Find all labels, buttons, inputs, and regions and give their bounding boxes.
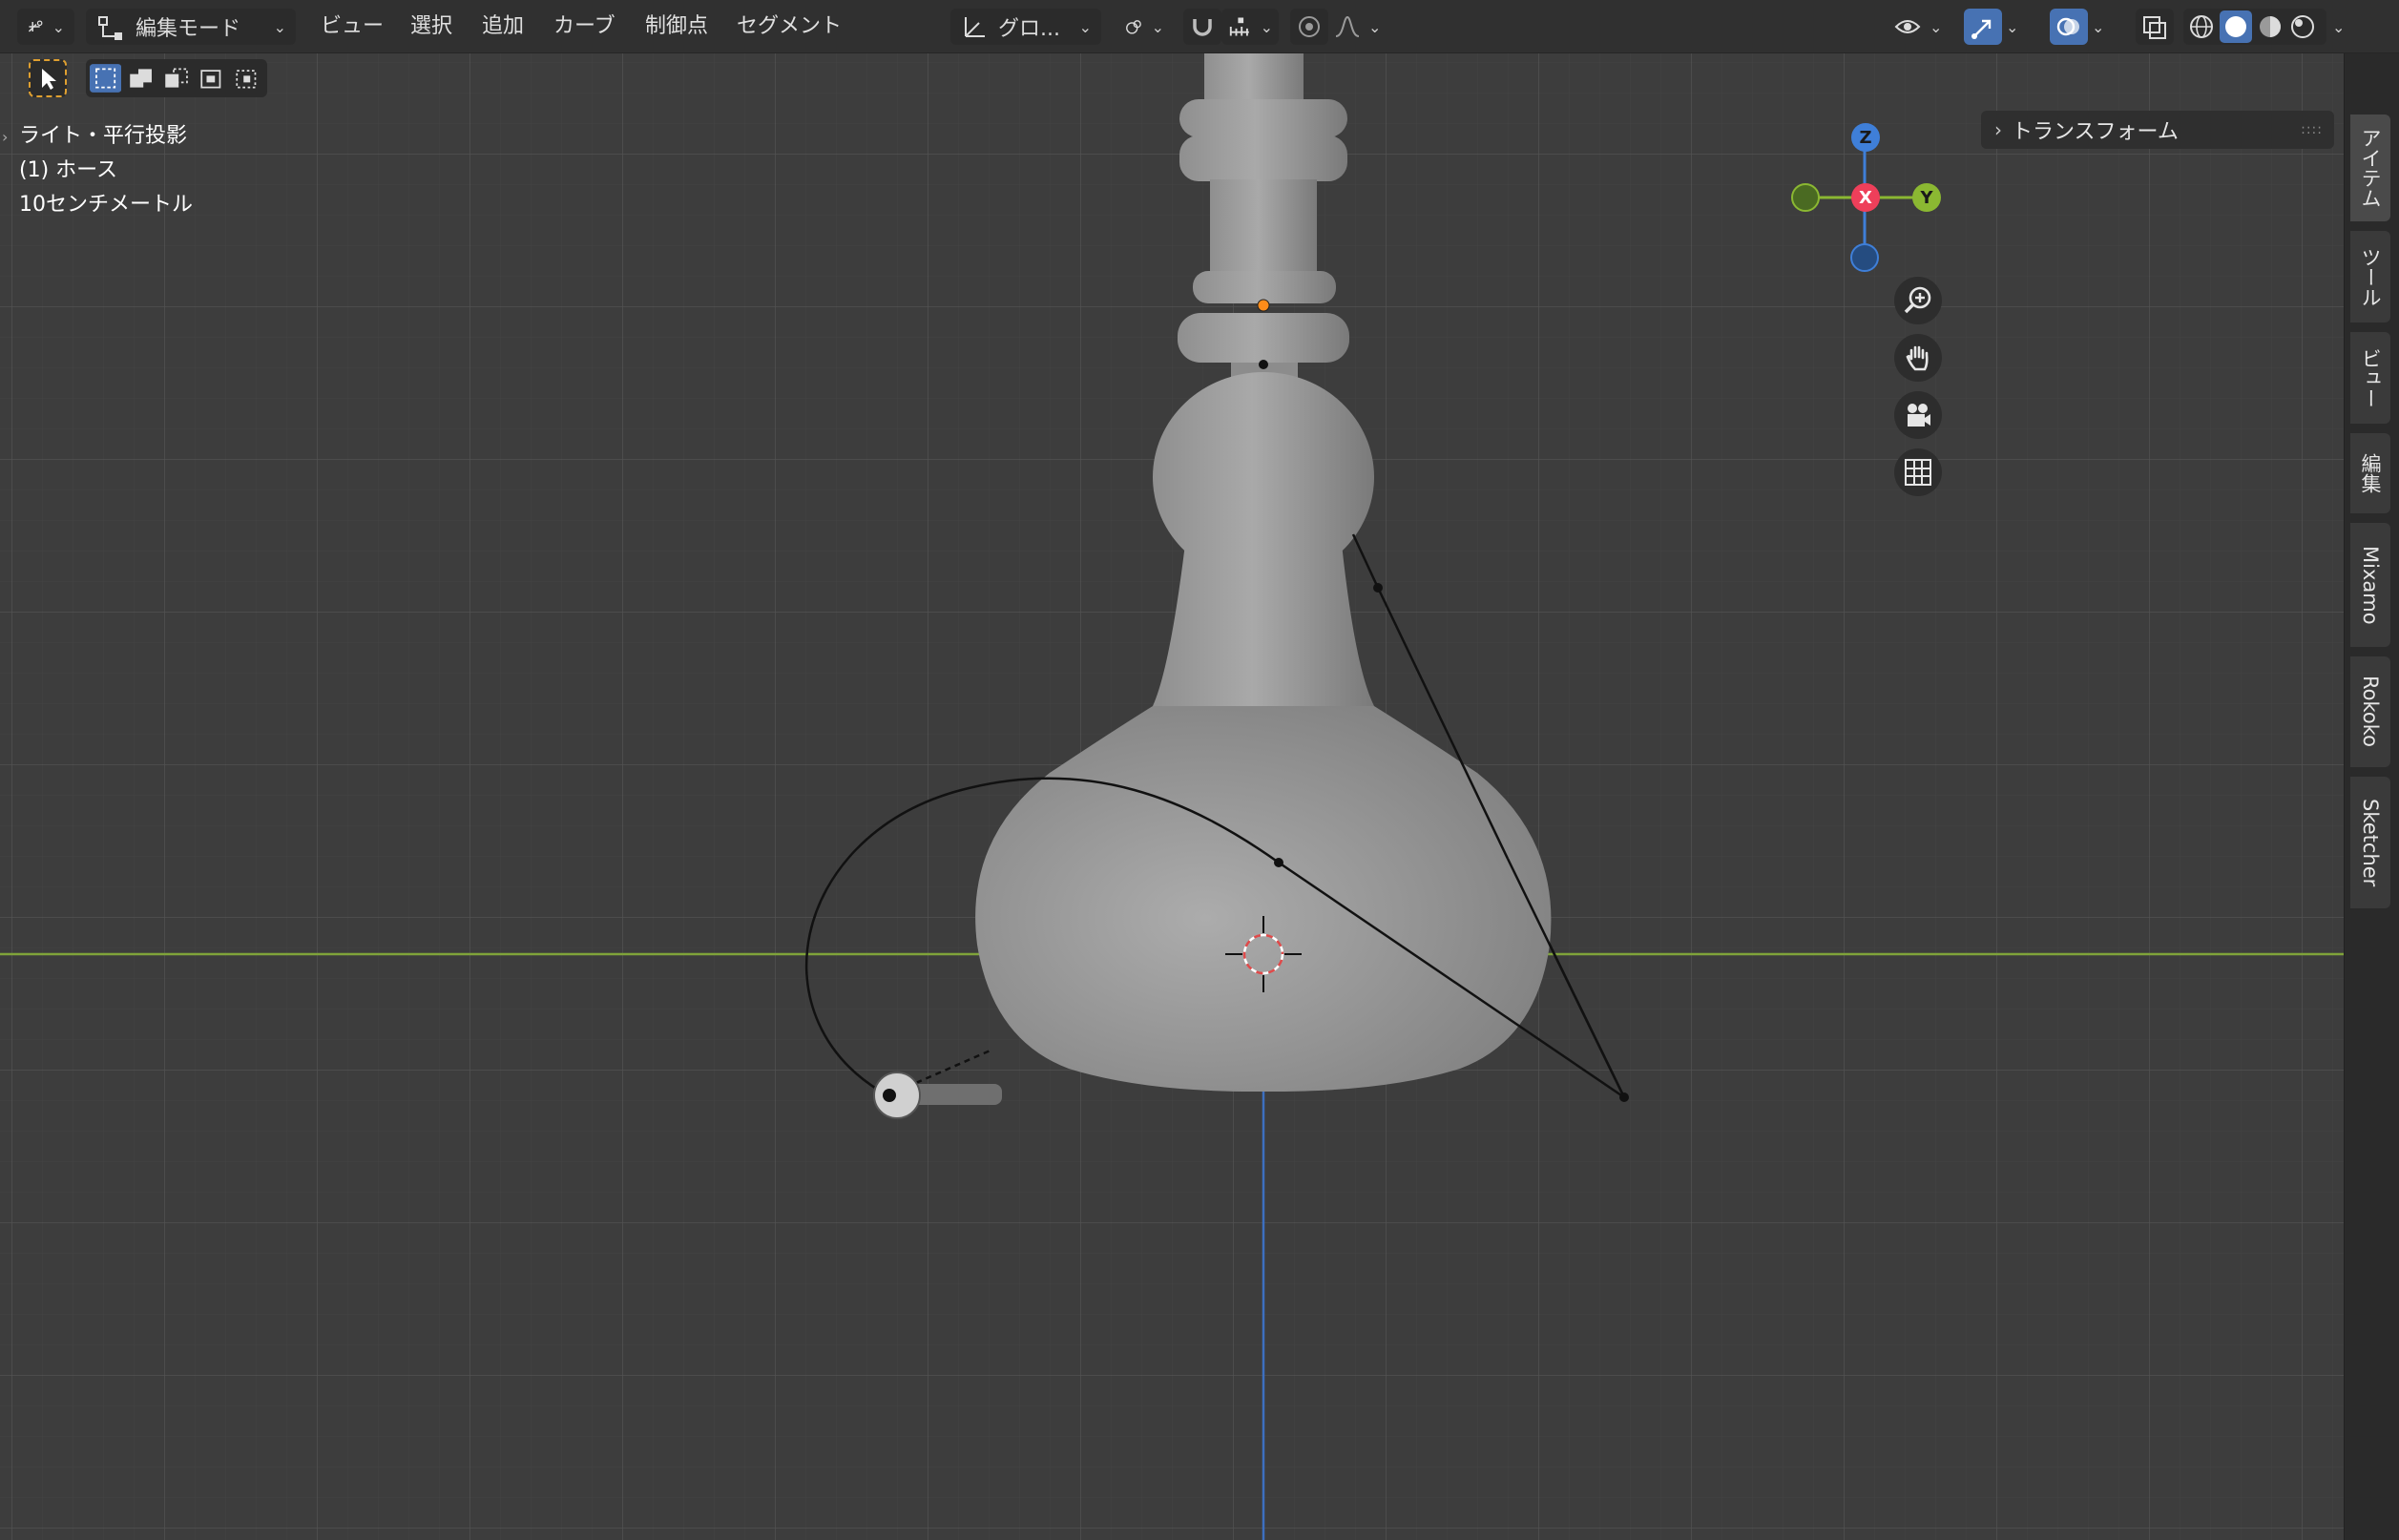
tab-item[interactable]: アイテム (2350, 114, 2390, 221)
scale-text: 10センチメートル (19, 193, 193, 217)
chevron-down-icon: ⌄ (1151, 17, 1164, 36)
pivot-icon (1126, 20, 1141, 34)
select-invert-icon[interactable] (197, 62, 228, 94)
mode-label: 編集モード (136, 17, 241, 41)
xray-icon (2143, 16, 2166, 39)
menu-add[interactable]: 追加 (482, 11, 524, 42)
gizmo-dropdown[interactable]: ⌄ (2002, 9, 2036, 45)
proportional-edit-icon (1299, 16, 1320, 37)
chevron-down-icon: ⌄ (2332, 17, 2346, 36)
tab-mixamo[interactable]: Mixamo (2350, 523, 2390, 647)
tab-edit[interactable]: 編集 (2350, 433, 2390, 513)
chevron-down-icon: ⌄ (2092, 17, 2105, 36)
menu-view[interactable]: ビュー (321, 11, 384, 42)
hand-icon (1906, 345, 1929, 371)
menu-select[interactable]: 選択 (410, 11, 452, 42)
shading-dropdown[interactable]: ⌄ (2328, 9, 2363, 45)
chevron-down-icon: ⌄ (1260, 17, 1273, 36)
cursor-arrow-icon (42, 69, 56, 90)
magnet-icon (1193, 19, 1212, 36)
chevron-down-icon: ⌄ (1368, 17, 1382, 36)
object-name-text: (1) ホース (19, 158, 118, 182)
rendered-shading-icon[interactable] (2288, 12, 2317, 41)
chevron-down-icon: ⌄ (1078, 17, 1092, 36)
grid-icon (1905, 459, 1931, 486)
gizmo-toggle[interactable] (1964, 9, 2002, 45)
shading-mode-group (2183, 9, 2326, 45)
select-intersect-icon[interactable] (232, 62, 263, 94)
zoom-in-icon (1904, 286, 1931, 314)
chevron-down-icon: ⌄ (52, 17, 65, 36)
viewport-header: ⌄ 編集モード ⌄ ビュー 選択 追加 カーブ 制御点 セグメント グロ... … (0, 0, 2399, 53)
select-tool-button[interactable] (29, 59, 67, 97)
gizmo-x-axis[interactable]: X (1851, 183, 1880, 212)
zoom-button[interactable] (1894, 277, 1942, 324)
tab-tool[interactable]: ツール (2350, 231, 2390, 323)
snap-toggle[interactable] (1183, 9, 1221, 45)
viewport-scene (0, 53, 2344, 1540)
3d-viewport[interactable] (0, 53, 2344, 1540)
drag-handle-icon[interactable]: :::: (2301, 122, 2323, 137)
transform-orientation-dropdown[interactable]: グロ... ⌄ (950, 9, 1101, 45)
gizmo-icon (1971, 19, 1992, 39)
orientation-label: グロ... (998, 17, 1060, 41)
menu-segments[interactable]: セグメント (737, 11, 842, 42)
edit-mode-icon (98, 16, 122, 40)
proportional-edit-toggle[interactable] (1290, 9, 1328, 45)
menu-control-points[interactable]: 制御点 (645, 11, 708, 42)
chevron-right-icon: › (1994, 118, 2002, 141)
select-extend-icon[interactable] (125, 62, 156, 94)
transform-panel-label: トランスフォーム (2012, 120, 2179, 144)
tab-view[interactable]: ビュー (2350, 332, 2390, 424)
chevron-down-icon: ⌄ (2006, 17, 2019, 36)
tab-rokoko[interactable]: Rokoko (2350, 656, 2390, 767)
sidebar-tabs: アイテム ツール ビュー 編集 Mixamo Rokoko Sketcher (2344, 53, 2399, 1540)
snap-target-dropdown[interactable]: ⌄ (1221, 9, 1279, 45)
camera-view-button[interactable] (1894, 391, 1942, 439)
select-new-icon[interactable] (90, 62, 122, 94)
menu-curve[interactable]: カーブ (553, 11, 615, 42)
snap-increment-icon (1229, 17, 1249, 36)
pan-button[interactable] (1894, 334, 1942, 382)
falloff-curve-icon (1335, 15, 1360, 37)
camera-icon (1908, 404, 1930, 427)
toolbar-expand-icon[interactable]: › (2, 128, 8, 146)
chevron-down-icon: ⌄ (1930, 17, 1943, 36)
transform-panel[interactable]: › トランスフォーム :::: (1981, 111, 2334, 149)
view-name-text: ライト・平行投影 (19, 124, 188, 148)
chevron-down-icon: ⌄ (273, 17, 286, 36)
tab-sketcher[interactable]: Sketcher (2350, 777, 2390, 908)
pivot-point-dropdown[interactable]: ⌄ (1115, 9, 1174, 45)
overlay-toggle[interactable] (2050, 9, 2088, 45)
perspective-toggle-button[interactable] (1894, 448, 1942, 496)
selection-mode-group (86, 59, 267, 97)
editor-type-button[interactable]: ⌄ (17, 9, 74, 45)
falloff-dropdown[interactable]: ⌄ (1328, 9, 1387, 45)
wireframe-shading-icon[interactable] (2187, 12, 2216, 41)
eye-icon (1894, 20, 1921, 33)
mode-dropdown[interactable]: 編集モード ⌄ (86, 9, 296, 45)
solid-shading-icon[interactable] (2220, 10, 2252, 43)
overlay-dropdown[interactable]: ⌄ (2088, 9, 2122, 45)
editor-type-icon (28, 20, 43, 32)
orientation-icon (965, 17, 985, 37)
material-shading-icon[interactable] (2256, 12, 2284, 41)
xray-toggle[interactable] (2136, 9, 2174, 45)
overlay-icon (2056, 17, 2079, 36)
visibility-dropdown[interactable]: ⌄ (1888, 9, 1950, 45)
gizmo-y-axis[interactable]: Y (1912, 183, 1941, 212)
gizmo-z-axis[interactable]: Z (1851, 123, 1880, 152)
select-subtract-icon[interactable] (160, 62, 192, 94)
